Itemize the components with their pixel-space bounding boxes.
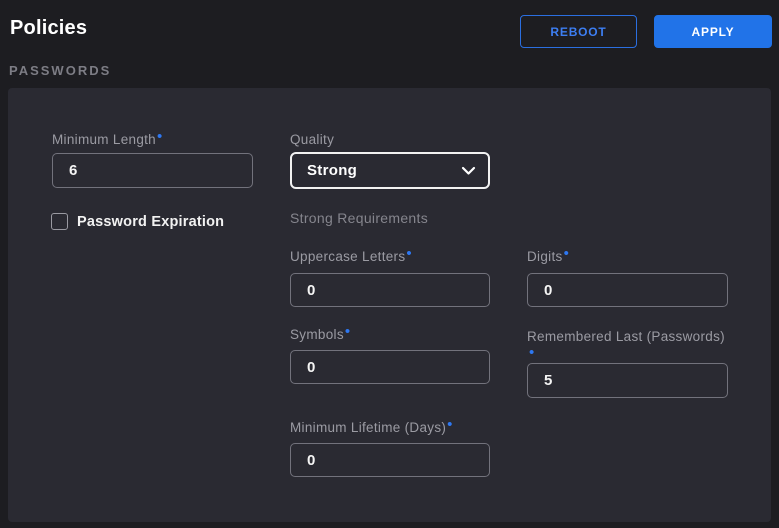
password-expiration-label: Password Expiration [77,214,224,230]
quality-select[interactable]: Strong [290,152,490,189]
required-marker-icon: • [345,323,351,340]
minimum-length-label: Minimum Length• [52,132,163,148]
chevron-down-icon [461,166,476,176]
minimum-lifetime-label: Minimum Lifetime (Days)• [290,420,453,436]
required-marker-icon: • [447,416,453,433]
uppercase-letters-label: Uppercase Letters• [290,249,412,265]
required-marker-icon: • [157,128,163,145]
digits-input[interactable] [527,273,728,307]
quality-label: Quality [290,132,334,148]
remembered-last-input[interactable] [527,363,728,398]
symbols-input[interactable] [290,350,490,384]
minimum-length-input[interactable] [52,153,253,188]
symbols-label: Symbols• [290,327,350,343]
section-label-passwords: PASSWORDS [9,63,111,78]
password-expiration-row: Password Expiration [51,213,224,230]
strong-requirements-title: Strong Requirements [290,210,428,226]
remembered-last-label: Remembered Last (Passwords)• [527,329,737,353]
apply-button[interactable]: APPLY [654,15,772,48]
quality-select-value: Strong [307,162,461,179]
page-title: Policies [10,17,87,40]
minimum-lifetime-input[interactable] [290,443,490,477]
reboot-button[interactable]: REBOOT [520,15,637,48]
uppercase-letters-input[interactable] [290,273,490,307]
required-marker-icon: • [406,245,412,262]
digits-label: Digits• [527,249,569,265]
required-marker-icon: • [564,245,570,262]
policies-page: Policies REBOOT APPLY PASSWORDS Minimum … [0,0,779,528]
password-expiration-checkbox[interactable] [51,213,68,230]
